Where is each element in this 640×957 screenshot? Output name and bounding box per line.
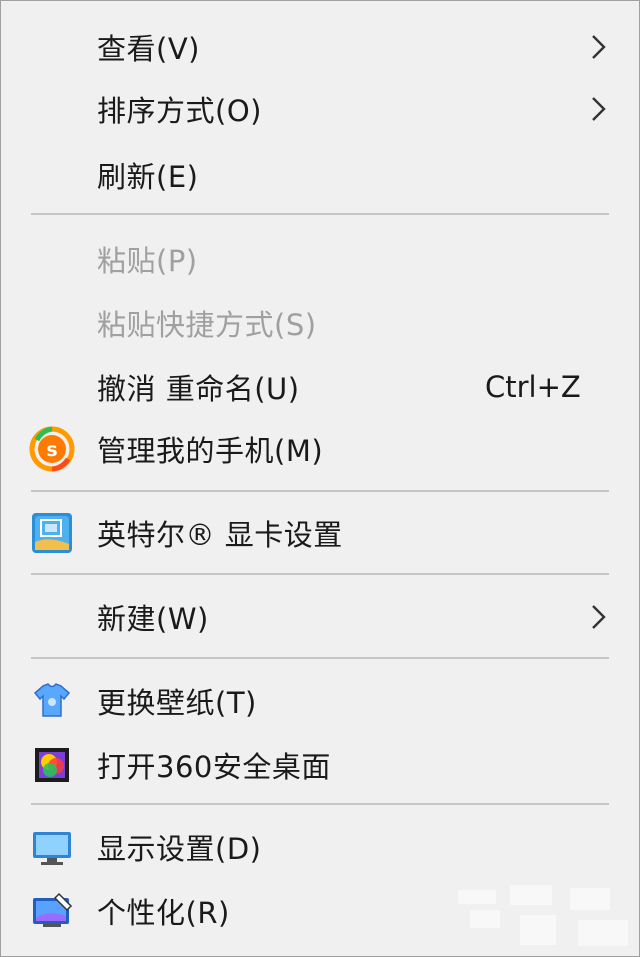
menu-item-label: 粘贴(P) <box>97 244 198 278</box>
menu-item-label: 个性化(R) <box>97 896 230 930</box>
menu-item-label: 更换壁纸(T) <box>97 686 257 720</box>
shortcut-hint: Ctrl+Z <box>485 370 581 404</box>
menu-separator <box>31 490 609 492</box>
menu-separator <box>31 803 609 805</box>
watermark-decoration <box>458 885 628 946</box>
360-s-logo-icon: s <box>29 426 75 472</box>
svg-text:s: s <box>46 439 57 461</box>
menu-item-label: 打开360安全桌面 <box>97 750 331 784</box>
menu-item-manage-phone[interactable]: s 管理我的手机(M) <box>1 419 639 479</box>
menu-item-label: 撤消 重命名(U) <box>97 372 300 406</box>
desktop-context-menu: 查看(V) 排序方式(O) 刷新(E) 粘贴(P) 粘贴快捷方式(S) 撤消 重… <box>0 0 640 957</box>
menu-item-sort[interactable]: 排序方式(O) <box>1 79 639 139</box>
menu-separator <box>31 573 609 575</box>
menu-item-undo-rename[interactable]: 撤消 重命名(U) Ctrl+Z <box>1 357 639 417</box>
menu-item-label: 刷新(E) <box>97 160 199 194</box>
menu-item-change-wallpaper[interactable]: 更换壁纸(T) <box>1 671 639 731</box>
monitor-icon <box>33 832 71 865</box>
menu-item-intel-graphics[interactable]: 英特尔® 显卡设置 <box>1 503 639 563</box>
menu-item-label: 英特尔® 显卡设置 <box>97 518 343 552</box>
menu-item-label: 显示设置(D) <box>97 832 262 866</box>
chevron-right-icon <box>592 97 606 121</box>
360-desktop-icon <box>35 748 69 782</box>
menu-item-label: 查看(V) <box>97 32 200 66</box>
menu-item-label: 排序方式(O) <box>97 94 262 128</box>
menu-separator <box>31 213 609 215</box>
menu-item-display-settings[interactable]: 显示设置(D) <box>1 817 639 877</box>
menu-item-view[interactable]: 查看(V) <box>1 17 639 77</box>
menu-item-paste-shortcut: 粘贴快捷方式(S) <box>1 293 639 353</box>
menu-item-label: 粘贴快捷方式(S) <box>97 308 317 342</box>
menu-item-label: 新建(W) <box>97 602 209 636</box>
menu-item-label: 管理我的手机(M) <box>97 434 324 468</box>
personalize-icon <box>33 892 73 927</box>
intel-graphics-icon <box>32 513 72 553</box>
menu-item-refresh[interactable]: 刷新(E) <box>1 145 639 205</box>
chevron-right-icon <box>592 35 606 59</box>
menu-item-new[interactable]: 新建(W) <box>1 587 639 647</box>
chevron-right-icon <box>592 605 606 629</box>
menu-separator <box>31 657 609 659</box>
menu-item-paste: 粘贴(P) <box>1 229 639 289</box>
menu-item-open-360-desktop[interactable]: 打开360安全桌面 <box>1 735 639 795</box>
tshirt-icon <box>33 683 71 717</box>
